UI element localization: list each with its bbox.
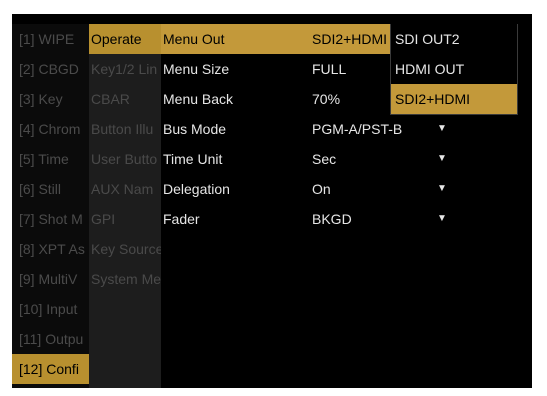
popup-option[interactable]: HDMI OUT (391, 54, 517, 84)
setting-row[interactable]: Bus Mode PGM-A/PST-B ▼ (161, 114, 451, 144)
category-menu-item[interactable]: [6] Still (12, 174, 90, 204)
subcategory-menu-item[interactable]: Key Source (89, 234, 161, 264)
setting-value[interactable]: BKGD (312, 204, 352, 234)
subcategory-menu-item[interactable]: CBAR (89, 84, 161, 114)
category-menu-item[interactable]: [7] Shot M (12, 204, 90, 234)
category-menu-item[interactable]: [11] Outpu (12, 324, 90, 354)
category-menu-item[interactable]: [2] CBGD (12, 54, 90, 84)
popup-option[interactable]: SDI OUT2 (391, 24, 517, 54)
category-menu-item[interactable]: [5] Time (12, 144, 90, 174)
subcategory-menu-item[interactable]: GPI (89, 204, 161, 234)
category-menu-item[interactable]: [4] Chrom (12, 114, 90, 144)
setting-name: Fader (163, 211, 200, 227)
setting-name: Delegation (163, 181, 230, 197)
menu-out-options-popup: SDI OUT2 HDMI OUT SDI2+HDMI (390, 24, 518, 115)
category-menu-item[interactable]: [10] Input (12, 294, 90, 324)
setting-row[interactable]: Delegation On ▼ (161, 174, 451, 204)
subcategory-menu-item[interactable]: AUX Nam (89, 174, 161, 204)
setting-name: Bus Mode (163, 121, 227, 137)
setting-name: Menu Out (163, 31, 225, 47)
setting-name: Menu Size (163, 61, 230, 77)
setting-name: Time Unit (163, 151, 223, 167)
setting-row[interactable]: Time Unit Sec ▼ (161, 144, 451, 174)
dropdown-arrow-icon[interactable]: ▼ (437, 144, 447, 174)
setting-value[interactable]: FULL (312, 54, 346, 84)
category-menu-item[interactable]: [12] Confi (12, 354, 90, 384)
category-menu-item[interactable]: [3] Key (12, 84, 90, 114)
category-menu-item[interactable]: [9] MultiV (12, 264, 90, 294)
subcategory-menu-item[interactable]: Key1/2 Lin (89, 54, 161, 84)
subcategory-menu-item[interactable]: Button Illu (89, 114, 161, 144)
setting-value[interactable]: Sec (312, 144, 336, 174)
menu-screen: [1] WIPE [2] CBGD [3] Key [4] Chrom [5] Time… (12, 14, 532, 388)
category-menu-item[interactable]: [1] WIPE (12, 24, 90, 54)
dropdown-arrow-icon[interactable]: ▼ (437, 114, 447, 144)
category-menu-item[interactable]: [8] XPT As (12, 234, 90, 264)
setting-value[interactable]: 70% (312, 84, 340, 114)
setting-name: Menu Back (163, 91, 234, 107)
subcategory-menu: Operate Key1/2 Lin CBAR Button Illu User But… (89, 24, 161, 388)
subcategory-menu-item[interactable]: Operate (89, 24, 161, 54)
setting-row[interactable]: Fader BKGD ▼ (161, 204, 451, 234)
setting-value[interactable]: PGM-A/PST-B (312, 114, 402, 144)
dropdown-arrow-icon[interactable]: ▼ (437, 204, 447, 234)
subcategory-menu-item[interactable]: System Me (89, 264, 161, 294)
category-menu: [1] WIPE [2] CBGD [3] Key [4] Chrom [5] Time… (12, 24, 90, 388)
dropdown-arrow-icon[interactable]: ▼ (437, 174, 447, 204)
setting-value[interactable]: On (312, 174, 331, 204)
subcategory-menu-item[interactable]: User Butto (89, 144, 161, 174)
setting-value[interactable]: SDI2+HDMI (312, 24, 387, 54)
popup-option[interactable]: SDI2+HDMI (391, 84, 517, 114)
